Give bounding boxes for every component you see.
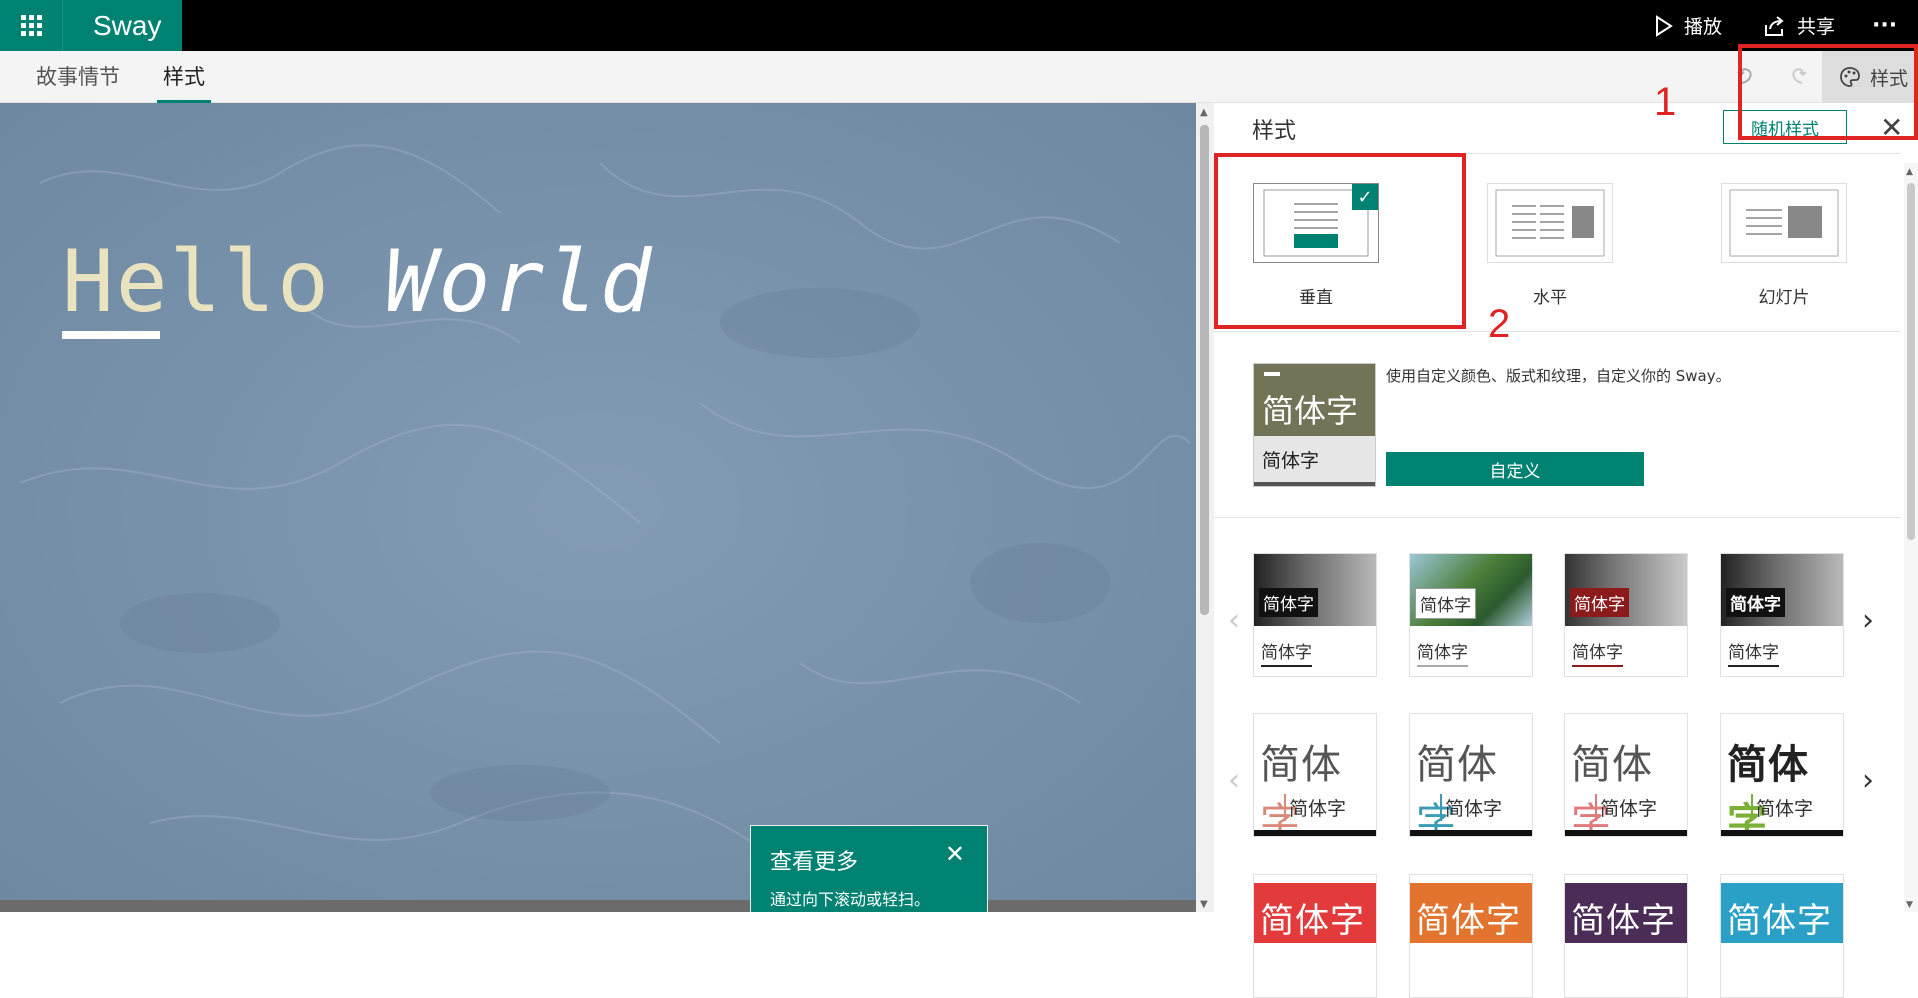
layout-slideshow-thumbnail xyxy=(1729,189,1839,257)
card-sub: 简体字 xyxy=(1728,638,1779,667)
thumb-top: 简体字 xyxy=(1254,364,1375,436)
card-sub: 简体字 xyxy=(1572,638,1623,667)
panel-scroll-thumb[interactable] xyxy=(1907,183,1915,540)
style-card[interactable]: 简体字 xyxy=(1253,874,1377,998)
share-label: 共享 xyxy=(1797,16,1836,38)
custom-style-thumbnail[interactable]: 简体字 简体字 xyxy=(1253,363,1376,487)
style-card[interactable]: 简体字 简体字 xyxy=(1720,713,1844,837)
share-icon xyxy=(1765,15,1784,36)
play-label: 播放 xyxy=(1684,16,1723,38)
row1-next-chevron-icon[interactable]: › xyxy=(1862,603,1874,638)
card-label: 简体字 xyxy=(1726,588,1785,617)
style-card[interactable]: 简体字 xyxy=(1720,874,1844,998)
card-big-main: 简体 xyxy=(1260,742,1342,788)
background-texture xyxy=(0,103,1196,912)
more-icon: ··· xyxy=(1872,13,1898,38)
app-name[interactable]: Sway xyxy=(62,0,182,51)
card-big-main: 简体 xyxy=(1727,742,1809,788)
thumb-big-text: 简体字 xyxy=(1262,392,1359,430)
layout-slideshow-label: 幻灯片 xyxy=(1758,288,1810,308)
style-card[interactable]: 简体字 简体字 xyxy=(1564,553,1688,677)
story-canvas[interactable]: Hello World 查看更多 ✕ 通过向下滚动或轻扫。 xyxy=(0,103,1196,912)
panel-scroll-up-icon[interactable]: ▲ xyxy=(1906,167,1913,177)
play-button[interactable]: 播放 xyxy=(1654,0,1722,51)
scroll-tip: 查看更多 ✕ 通过向下滚动或轻扫。 xyxy=(750,825,988,912)
tip-description: 通过向下滚动或轻扫。 xyxy=(770,890,931,909)
style-card[interactable]: 简体字 简体字 xyxy=(1720,553,1844,677)
style-card[interactable]: 简体字 简体字 xyxy=(1409,553,1533,677)
row1-prev-chevron-icon[interactable]: ‹ xyxy=(1228,603,1240,638)
play-icon xyxy=(1656,14,1673,37)
custom-description: 使用自定义颜色、版式和纹理，自定义你的 Sway。 xyxy=(1386,367,1731,385)
layout-slideshow-card[interactable] xyxy=(1721,183,1847,263)
command-bar: 故事情节 样式 xyxy=(0,51,1918,103)
row2-next-chevron-icon[interactable]: › xyxy=(1862,763,1874,798)
annotation-number-1: 1 xyxy=(1654,80,1677,124)
card-big-text: 简体字 xyxy=(1416,901,1521,941)
card-label: 简体字 xyxy=(1259,588,1318,617)
panel-scrollbar[interactable]: ▲ ▼ xyxy=(1904,163,1918,912)
style-card[interactable]: 简体字 简体字 xyxy=(1409,713,1533,837)
card-sub: 简体字 xyxy=(1440,794,1502,821)
thumb-bottom: 简体字 xyxy=(1254,436,1375,484)
style-card[interactable]: 简体字 简体字 xyxy=(1253,553,1377,677)
style-card[interactable]: 简体字 简体字 xyxy=(1253,713,1377,837)
card-big-text: 简体字 xyxy=(1727,901,1832,941)
style-card[interactable]: 简体字 xyxy=(1564,874,1688,998)
panel-scroll-down-icon[interactable]: ▼ xyxy=(1906,900,1913,910)
card-big-main: 简体 xyxy=(1416,742,1498,788)
annotation-number-2: 2 xyxy=(1488,302,1511,346)
story-title-italic: World xyxy=(384,232,654,332)
card-big-text: 简体字 xyxy=(1571,901,1676,941)
story-title[interactable]: Hello World xyxy=(62,232,654,332)
card-big-text: 简体字 xyxy=(1260,901,1365,941)
card-label: 简体字 xyxy=(1415,588,1476,619)
card-bar xyxy=(1565,830,1687,836)
card-sub: 简体字 xyxy=(1284,794,1346,821)
layout-horizontal-card[interactable] xyxy=(1487,183,1613,263)
card-big-main: 简体 xyxy=(1571,742,1653,788)
thumb-bar xyxy=(1254,482,1375,486)
card-big-text: 简体字 xyxy=(1571,732,1687,836)
layout-horizontal-thumbnail xyxy=(1495,189,1605,257)
divider xyxy=(1214,331,1900,332)
card-bar xyxy=(1721,830,1843,836)
thumb-dash xyxy=(1264,372,1280,376)
top-bar: Sway 播放 共享 ··· xyxy=(0,0,1918,51)
annotation-box-1 xyxy=(1738,44,1918,140)
card-big-text: 简体字 xyxy=(1416,732,1532,836)
title-underline xyxy=(62,331,160,339)
tab-storyline[interactable]: 故事情节 xyxy=(36,51,120,103)
card-big-text: 简体字 xyxy=(1727,732,1843,836)
app-launcher-button[interactable] xyxy=(0,0,62,51)
card-sub: 简体字 xyxy=(1751,794,1813,821)
panel-title: 样式 xyxy=(1252,119,1297,144)
card-bar xyxy=(1254,830,1376,836)
tip-title: 查看更多 xyxy=(770,850,859,875)
tab-design[interactable]: 样式 xyxy=(157,51,211,103)
style-card[interactable]: 简体字 简体字 xyxy=(1564,713,1688,837)
card-sub: 简体字 xyxy=(1595,794,1657,821)
card-big-text: 简体字 xyxy=(1260,732,1376,836)
card-sub: 简体字 xyxy=(1261,638,1312,667)
scroll-down-icon[interactable]: ▼ xyxy=(1200,899,1208,910)
divider xyxy=(1214,517,1900,518)
card-bar xyxy=(1410,830,1532,836)
story-title-plain: Hello xyxy=(62,232,331,332)
card-sub: 简体字 xyxy=(1417,638,1468,667)
card-label: 简体字 xyxy=(1570,588,1629,617)
style-card[interactable]: 简体字 xyxy=(1409,874,1533,998)
canvas-scrollbar[interactable]: ▲ ▼ xyxy=(1196,103,1214,912)
canvas-scroll-thumb[interactable] xyxy=(1200,125,1209,615)
customize-button[interactable]: 自定义 xyxy=(1386,452,1644,486)
row2-prev-chevron-icon[interactable]: ‹ xyxy=(1228,763,1240,798)
annotation-box-2 xyxy=(1214,153,1466,329)
thumb-small-text: 简体字 xyxy=(1262,450,1320,472)
scroll-up-icon[interactable]: ▲ xyxy=(1200,107,1208,118)
tip-close-icon[interactable]: ✕ xyxy=(945,840,965,868)
waffle-icon xyxy=(20,15,42,36)
